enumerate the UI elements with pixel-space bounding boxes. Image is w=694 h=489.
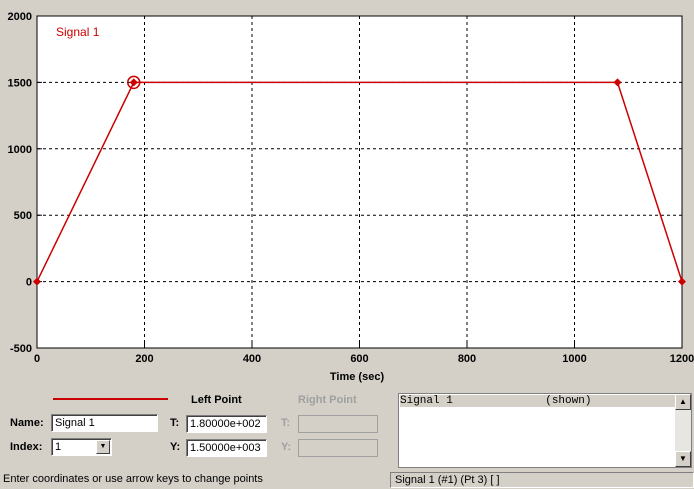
x-tick-label: 200 <box>135 353 153 365</box>
y-tick-label: 1000 <box>8 144 32 156</box>
y-tick-label: 1500 <box>8 77 32 89</box>
left-t-label: T: <box>170 417 180 429</box>
list-item-name: Signal 1 <box>400 395 453 407</box>
x-tick-label: 600 <box>350 353 368 365</box>
right-point-heading: Right Point <box>298 394 357 406</box>
x-axis-label: Time (sec) <box>330 371 385 383</box>
x-tick-label: 0 <box>34 353 40 365</box>
right-t-field <box>298 415 378 433</box>
scroll-down-icon[interactable]: ▼ <box>675 451 691 467</box>
list-item[interactable]: Signal 1 (shown) <box>400 395 675 407</box>
index-dropdown[interactable]: 1 ▼ <box>51 438 112 456</box>
left-t-field[interactable]: 1.80000e+002 <box>186 415 267 433</box>
y-tick-label: 0 <box>26 277 32 289</box>
status-bar: Enter coordinates or use arrow keys to c… <box>0 470 694 489</box>
index-label: Index: <box>10 441 43 453</box>
legend-line-sample <box>53 398 168 400</box>
right-y-label: Y: <box>281 441 292 453</box>
x-tick-label: 800 <box>458 353 476 365</box>
signal-listbox[interactable]: Signal 1 (shown) ▲ ▼ <box>398 393 692 468</box>
y-tick-labels: -500 0 500 1000 1500 2000 <box>8 11 32 355</box>
left-y-label: Y: <box>170 441 181 453</box>
name-field[interactable]: Signal 1 <box>51 414 158 432</box>
status-selection: Signal 1 (#1) (Pt 3) [ ] <box>390 472 694 488</box>
y-tick-label: -500 <box>10 343 32 355</box>
scroll-up-icon[interactable]: ▲ <box>675 394 691 410</box>
index-value: 1 <box>55 441 62 453</box>
left-y-field[interactable]: 1.50000e+003 <box>186 439 267 457</box>
name-label: Name: <box>10 417 44 429</box>
x-tick-label: 400 <box>243 353 261 365</box>
chevron-down-icon[interactable]: ▼ <box>96 440 110 454</box>
listbox-scrollbar[interactable]: ▲ ▼ <box>675 394 691 467</box>
right-y-field <box>298 439 378 457</box>
status-message: Enter coordinates or use arrow keys to c… <box>3 473 263 485</box>
left-point-heading: Left Point <box>191 394 242 406</box>
list-item-state: (shown) <box>545 395 592 407</box>
y-tick-label: 2000 <box>8 11 32 23</box>
x-tick-labels: 0 200 400 600 800 1000 1200 <box>34 353 694 365</box>
right-t-label: T: <box>281 417 291 429</box>
y-tick-label: 500 <box>14 210 32 222</box>
x-tick-label: 1000 <box>562 353 586 365</box>
signal-legend-label: Signal 1 <box>56 25 100 39</box>
signal-plot[interactable]: -5000500100015002000 0 200 400 600 800 1000 12… <box>0 0 694 390</box>
x-tick-label: 1200 <box>670 353 694 365</box>
